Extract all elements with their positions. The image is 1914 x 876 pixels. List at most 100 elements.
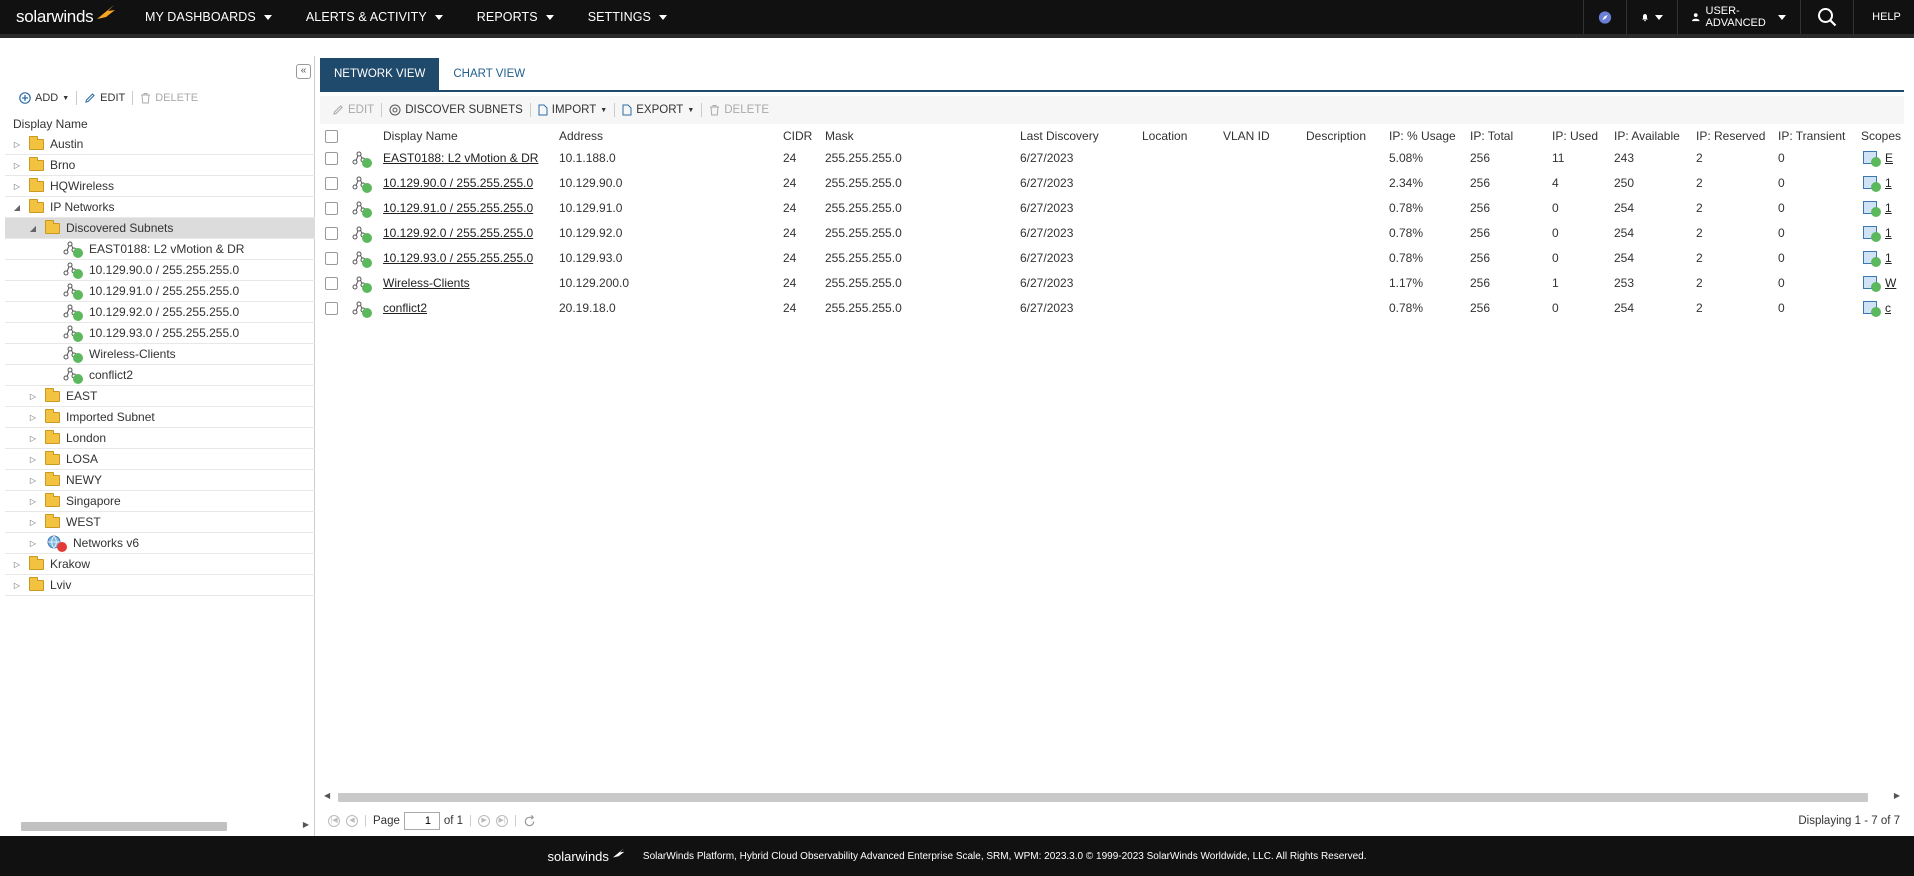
scroll-right-arrow-icon[interactable]: ▶ [303, 820, 309, 829]
nav-reports[interactable]: REPORTS [460, 0, 571, 34]
scope-link[interactable]: 1 [1885, 171, 1892, 196]
refresh-icon[interactable] [523, 814, 536, 828]
row-checkbox[interactable] [325, 227, 338, 240]
tree-item[interactable]: ▷ Krakow [5, 554, 315, 575]
scrollbar-thumb[interactable] [21, 822, 227, 831]
tree-item[interactable]: ▷ Lviv [5, 575, 315, 596]
first-page-icon[interactable]: |◀ [328, 815, 340, 827]
expand-arrow-icon[interactable]: ▷ [27, 432, 39, 444]
collapse-arrow-icon[interactable]: ◢ [27, 222, 39, 234]
export-button[interactable]: EXPORT ▼ [616, 101, 700, 119]
scope-link[interactable]: 1 [1885, 221, 1892, 246]
tree-item[interactable]: 10.129.91.0 / 255.255.255.0 [5, 281, 315, 302]
delete-button[interactable]: DELETE [134, 89, 204, 107]
tree-item[interactable]: EAST0188: L2 vMotion & DR [5, 239, 315, 260]
row-checkbox[interactable] [325, 152, 338, 165]
column-header-scope[interactable]: Scopes [1861, 126, 1904, 146]
tree-item[interactable]: ▷ NEWY [5, 470, 315, 491]
column-header-usage[interactable]: IP: % Usage [1389, 126, 1469, 146]
cell-name[interactable]: Wireless-Clients [383, 271, 555, 296]
scope-link[interactable]: 1 [1885, 196, 1892, 221]
tab-chart-view[interactable]: CHART VIEW [439, 58, 539, 90]
tree-item[interactable]: ▷ Singapore [5, 491, 315, 512]
row-checkbox[interactable] [325, 202, 338, 215]
scope-link[interactable]: E [1885, 146, 1893, 171]
tree-item[interactable]: ▷ Imported Subnet [5, 407, 315, 428]
column-header-desc[interactable]: Description [1306, 126, 1388, 146]
tree-item[interactable]: conflict2 [5, 365, 315, 386]
nav-alerts-activity[interactable]: ALERTS & ACTIVITY [289, 0, 460, 34]
row-checkbox[interactable] [325, 252, 338, 265]
cell-name[interactable]: EAST0188: L2 vMotion & DR [383, 146, 555, 171]
scrollbar-thumb[interactable] [338, 793, 1868, 802]
column-header-vlan[interactable]: VLAN ID [1223, 126, 1305, 146]
expand-arrow-icon[interactable]: ▷ [11, 159, 23, 171]
cell-scope[interactable]: 1 [1861, 196, 1904, 221]
scroll-right-arrow-icon[interactable]: ▶ [1894, 791, 1900, 800]
cell-name[interactable]: conflict2 [383, 296, 555, 321]
nav-my-dashboards[interactable]: MY DASHBOARDS [128, 0, 289, 34]
last-page-icon[interactable]: ▶| [496, 815, 509, 827]
prev-page-icon[interactable]: ◀ [346, 815, 358, 827]
cell-scope[interactable]: W [1861, 271, 1904, 296]
search-button[interactable] [1801, 0, 1853, 34]
tree-item[interactable]: ▷ WEST [5, 512, 315, 533]
row-checkbox[interactable] [325, 177, 338, 190]
tree-item[interactable]: ▷ Networks v6 [5, 533, 315, 554]
orion-maps-button[interactable] [1584, 0, 1626, 34]
table-row[interactable]: 10.129.93.0 / 255.255.255.0 10.129.93.0 24… [320, 246, 1904, 271]
edit-subnet-button[interactable]: EDIT [326, 101, 380, 119]
nav-settings[interactable]: SETTINGS [571, 0, 684, 34]
table-row[interactable]: 10.129.92.0 / 255.255.255.0 10.129.92.0 24… [320, 221, 1904, 246]
column-header-cidr[interactable]: CIDR [783, 126, 823, 146]
cell-scope[interactable]: E [1861, 146, 1904, 171]
column-header-address[interactable]: Address [559, 126, 779, 146]
scope-link[interactable]: 1 [1885, 246, 1892, 271]
column-header-last[interactable]: Last Discovery [1020, 126, 1138, 146]
column-header-mask[interactable]: Mask [825, 126, 1015, 146]
expand-arrow-icon[interactable]: ▷ [27, 453, 39, 465]
collapse-panel-button[interactable]: « [296, 64, 311, 79]
table-row[interactable]: 10.129.91.0 / 255.255.255.0 10.129.91.0 24… [320, 196, 1904, 221]
tree-item[interactable]: ◢ Discovered Subnets [5, 218, 315, 239]
cell-name[interactable]: 10.129.90.0 / 255.255.255.0 [383, 171, 555, 196]
edit-button[interactable]: EDIT [78, 89, 131, 107]
expand-arrow-icon[interactable]: ▷ [27, 537, 39, 549]
notifications-button[interactable] [1627, 0, 1677, 34]
table-row[interactable]: Wireless-Clients 10.129.200.0 24 255.255.25… [320, 271, 1904, 296]
tree-item[interactable]: ▷ LOSA [5, 449, 315, 470]
tree-item[interactable]: ▷ London [5, 428, 315, 449]
scroll-left-arrow-icon[interactable]: ◀ [324, 791, 330, 800]
expand-arrow-icon[interactable]: ▷ [27, 474, 39, 486]
scope-link[interactable]: c [1885, 296, 1891, 321]
discover-subnets-button[interactable]: DISCOVER SUBNETS [383, 101, 529, 119]
row-checkbox[interactable] [325, 302, 338, 315]
tree-item[interactable]: ▷ Brno [5, 155, 315, 176]
user-menu[interactable]: USER-ADVANCED [1678, 0, 1800, 34]
column-header-total[interactable]: IP: Total [1470, 126, 1550, 146]
column-header-available[interactable]: IP: Available [1614, 126, 1694, 146]
collapse-arrow-icon[interactable]: ◢ [11, 201, 23, 213]
next-page-icon[interactable]: ▶ [478, 815, 491, 827]
cell-name[interactable]: 10.129.93.0 / 255.255.255.0 [383, 246, 555, 271]
expand-arrow-icon[interactable]: ▷ [11, 579, 23, 591]
expand-arrow-icon[interactable]: ▷ [27, 495, 39, 507]
column-header-reserved[interactable]: IP: Reserved [1696, 126, 1776, 146]
tree-item[interactable]: ◢ IP Networks [5, 197, 315, 218]
cell-name[interactable]: 10.129.92.0 / 255.255.255.0 [383, 221, 555, 246]
tree-item[interactable]: ▷ EAST [5, 386, 315, 407]
delete-subnet-button[interactable]: DELETE [703, 101, 775, 119]
expand-arrow-icon[interactable]: ▷ [27, 390, 39, 402]
table-row[interactable]: 10.129.90.0 / 255.255.255.0 10.129.90.0 24… [320, 171, 1904, 196]
scope-link[interactable]: W [1885, 271, 1896, 296]
row-checkbox[interactable] [325, 277, 338, 290]
expand-arrow-icon[interactable]: ▷ [27, 411, 39, 423]
cell-scope[interactable]: 1 [1861, 171, 1904, 196]
expand-arrow-icon[interactable]: ▷ [11, 558, 23, 570]
cell-scope[interactable]: 1 [1861, 221, 1904, 246]
add-button[interactable]: ADD ▼ [13, 89, 75, 107]
expand-arrow-icon[interactable]: ▷ [27, 516, 39, 528]
column-header-name[interactable]: Display Name [383, 126, 555, 146]
help-button[interactable]: ? HELP [1854, 0, 1914, 34]
select-all-checkbox[interactable] [325, 130, 338, 143]
